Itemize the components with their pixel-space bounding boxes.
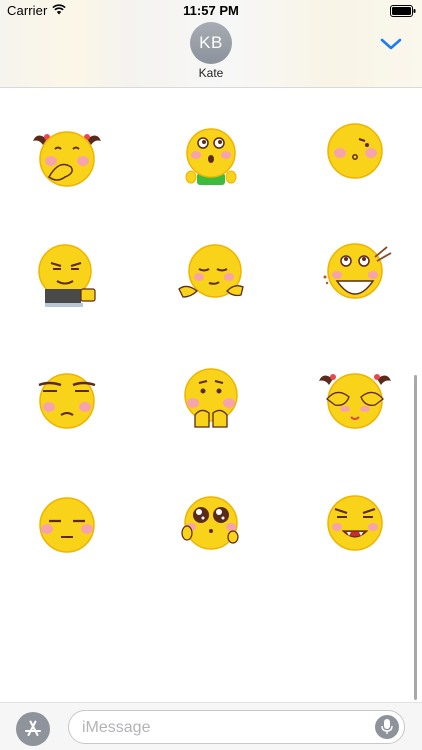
sticker-item[interactable] [315,487,395,567]
sticker-item[interactable] [171,119,251,199]
emoji-skeptical-icon [38,373,96,429]
conversation-header: Carrier 11:57 PM KB Kate [0,0,422,88]
emoji-covering-mouth-pigtails-icon [33,131,101,187]
chevron-down-icon[interactable] [380,37,402,51]
emoji-eating-noodles-icon [323,243,392,299]
emoji-pleading-icon [184,368,238,428]
sticker-item[interactable] [315,363,395,443]
app-store-button[interactable] [16,712,50,746]
sticker-grid [0,89,422,699]
microphone-button[interactable] [375,715,399,739]
app-store-icon [25,720,41,736]
sticker-item[interactable] [27,239,107,319]
contact-avatar[interactable]: KB [190,22,232,64]
status-time: 11:57 PM [183,3,239,18]
message-input[interactable]: iMessage [68,710,405,744]
sticker-item[interactable] [27,119,107,199]
emoji-whistling-icon [327,123,383,179]
emoji-unamused-icon [39,497,95,553]
sticker-item[interactable] [171,239,251,319]
microphone-icon [381,719,393,734]
battery-icon [390,5,416,17]
status-bar: Carrier 11:57 PM [0,0,422,22]
sticker-item[interactable] [27,487,107,567]
emoji-covering-eyes-pigtails-icon [319,373,391,429]
emoji-surprised-green-shirt-icon [185,128,237,185]
emoji-smirk-laptop-icon [38,244,96,307]
sticker-item[interactable] [171,487,251,567]
sticker-item[interactable] [315,119,395,199]
contact-name[interactable]: Kate [0,66,422,80]
sticker-item[interactable] [27,363,107,443]
emoji-starry-eyed-icon [181,496,239,550]
message-placeholder: iMessage [82,719,151,736]
sticker-item[interactable] [315,239,395,319]
emoji-shrug-icon [178,244,244,298]
scroll-indicator[interactable] [414,375,417,700]
sticker-item[interactable] [171,363,251,443]
emoji-evil-grin-icon [327,495,383,551]
message-input-bar: iMessage [0,702,422,750]
